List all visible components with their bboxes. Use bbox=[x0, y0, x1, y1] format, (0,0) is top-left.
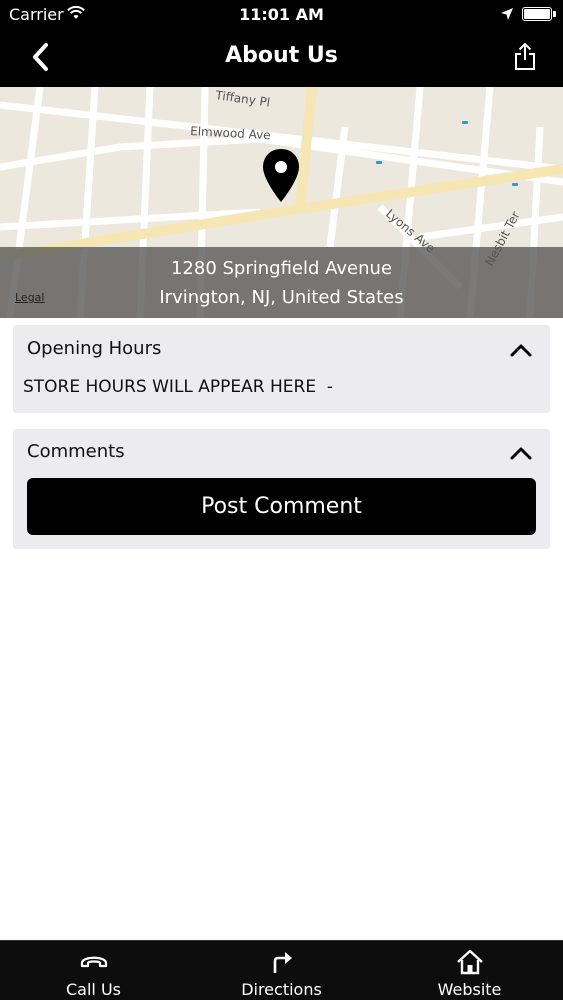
battery-icon bbox=[522, 7, 556, 21]
directions-icon bbox=[273, 952, 292, 973]
tab-website[interactable]: Website bbox=[376, 941, 563, 1000]
clock: 11:01 AM bbox=[239, 5, 324, 24]
store-hours-text: STORE HOURS WILL APPEAR HERE - bbox=[23, 377, 334, 397]
tab-label-website: Website bbox=[437, 980, 502, 999]
tab-label-directions: Directions bbox=[241, 980, 322, 999]
opening-hours-title[interactable]: Opening Hours bbox=[27, 338, 161, 359]
bottom-tab-bar: Call Us Directions Website bbox=[0, 940, 563, 1000]
address-line-1: 1280 Springfield Avenue bbox=[170, 258, 393, 279]
post-comment-button[interactable]: Post Comment bbox=[27, 478, 536, 535]
home-icon bbox=[456, 949, 483, 975]
chevron-up-icon[interactable] bbox=[510, 343, 532, 357]
tab-call-us[interactable]: Call Us bbox=[0, 941, 187, 1000]
tab-label-call-us: Call Us bbox=[66, 980, 121, 999]
map-pin-icon[interactable] bbox=[261, 147, 301, 205]
map-legal-link[interactable]: Legal bbox=[15, 291, 44, 304]
navigation-bar: Carrier 11:01 AM About Us bbox=[0, 0, 563, 87]
tab-directions[interactable]: Directions bbox=[188, 941, 375, 1000]
location-map[interactable]: Tiffany Pl Elmwood Ave Lyons Ave Nesbit … bbox=[0, 87, 563, 318]
phone-icon bbox=[80, 956, 107, 968]
comments-title[interactable]: Comments bbox=[27, 441, 125, 462]
location-arrow-icon bbox=[501, 8, 513, 20]
opening-hours-section: Opening Hours STORE HOURS WILL APPEAR HE… bbox=[13, 325, 550, 413]
share-icon[interactable] bbox=[510, 41, 540, 73]
comments-section: Comments Post Comment bbox=[13, 429, 550, 549]
address-line-2: Irvington, NJ, United States bbox=[159, 287, 404, 308]
page-title: About Us bbox=[225, 43, 338, 68]
status-bar: Carrier 11:01 AM bbox=[0, 0, 563, 30]
chevron-up-icon[interactable] bbox=[510, 446, 532, 460]
